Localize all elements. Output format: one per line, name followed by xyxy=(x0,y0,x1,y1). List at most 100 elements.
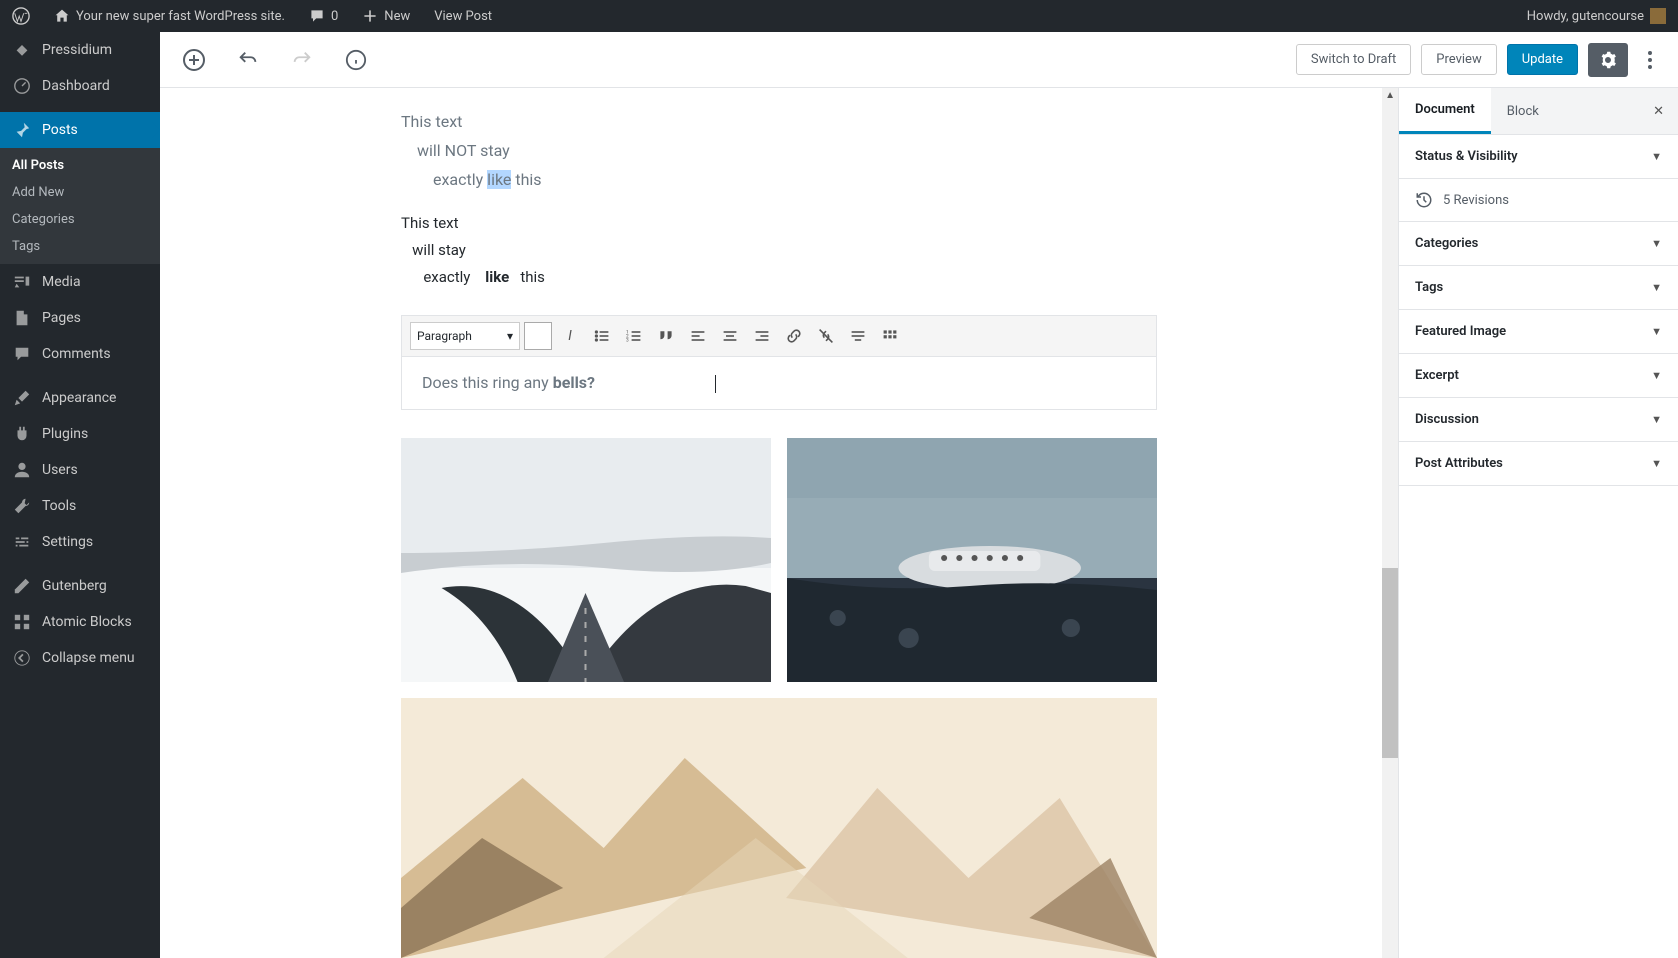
panel-categories[interactable]: Categories ▼ xyxy=(1399,222,1678,266)
verse-block[interactable]: This text will NOT stay exactly like thi… xyxy=(401,88,1157,194)
wp-admin-bar: Your new super fast WordPress site. 0 Ne… xyxy=(0,0,1678,32)
view-post-link[interactable]: View Post xyxy=(430,9,496,24)
scroll-up-icon[interactable]: ▲ xyxy=(1385,90,1395,101)
sidebar-item-pages[interactable]: Pages xyxy=(0,300,160,336)
close-sidebar-button[interactable]: ✕ xyxy=(1639,104,1678,119)
settings-button[interactable] xyxy=(1588,43,1628,77)
new-label: New xyxy=(384,9,410,24)
submenu-tags[interactable]: Tags xyxy=(0,233,160,260)
admin-sidebar: ◆ Pressidium Dashboard Posts All Posts A… xyxy=(0,32,160,958)
panel-tags[interactable]: Tags ▼ xyxy=(1399,266,1678,310)
sidebar-item-collapse[interactable]: Collapse menu xyxy=(0,640,160,676)
more-formatting-button[interactable] xyxy=(844,322,872,350)
history-icon xyxy=(1415,191,1433,209)
info-button[interactable] xyxy=(338,42,374,78)
scrollbar-track xyxy=(1382,88,1398,958)
gallery-block[interactable] xyxy=(401,438,1157,958)
new-link[interactable]: New xyxy=(358,8,414,24)
brush-icon xyxy=(12,388,32,408)
redo-button[interactable] xyxy=(284,42,320,78)
submenu-categories[interactable]: Categories xyxy=(0,206,160,233)
sidebar-item-appearance[interactable]: Appearance xyxy=(0,380,160,416)
panel-post-attributes[interactable]: Post Attributes ▼ xyxy=(1399,442,1678,486)
classic-content[interactable]: Does this ring any bells? xyxy=(402,357,1156,409)
sidebar-item-atomic-blocks[interactable]: Atomic Blocks xyxy=(0,604,160,640)
verse-line-3: exactly like this xyxy=(401,166,1157,195)
site-title: Your new super fast WordPress site. xyxy=(76,9,285,24)
gallery-image-2[interactable] xyxy=(787,438,1157,682)
sidebar-item-pressidium[interactable]: ◆ Pressidium xyxy=(0,32,160,68)
wp-logo[interactable] xyxy=(8,7,34,25)
submenu-all-posts[interactable]: All Posts xyxy=(0,152,160,179)
preformatted-block[interactable]: This text will stay exactly like this xyxy=(401,194,1157,307)
unlink-button[interactable] xyxy=(812,322,840,350)
italic-button[interactable]: I xyxy=(556,322,584,350)
editor-toolbar: Switch to Draft Preview Update xyxy=(160,32,1678,88)
sidebar-item-tools[interactable]: Tools xyxy=(0,488,160,524)
text-cursor xyxy=(715,375,716,393)
chevron-down-icon: ▼ xyxy=(1651,237,1662,250)
quote-button[interactable] xyxy=(652,322,680,350)
switch-to-draft-button[interactable]: Switch to Draft xyxy=(1296,44,1411,75)
more-options-button[interactable] xyxy=(1638,42,1662,78)
bold-button[interactable] xyxy=(524,322,552,350)
pressidium-icon: ◆ xyxy=(12,40,32,60)
tab-document[interactable]: Document xyxy=(1399,88,1491,134)
numbered-list-button[interactable]: 123 xyxy=(620,322,648,350)
panel-discussion[interactable]: Discussion ▼ xyxy=(1399,398,1678,442)
sidebar-item-plugins[interactable]: Plugins xyxy=(0,416,160,452)
align-center-button[interactable] xyxy=(716,322,744,350)
gallery-image-3[interactable] xyxy=(401,698,1157,958)
bullet-list-button[interactable] xyxy=(588,322,616,350)
add-block-button[interactable] xyxy=(176,42,212,78)
link-button[interactable] xyxy=(780,322,808,350)
dashboard-icon xyxy=(12,76,32,96)
classic-toolbar: Paragraph ▾ I 123 xyxy=(402,316,1156,357)
site-home-link[interactable]: Your new super fast WordPress site. xyxy=(50,8,289,24)
preview-button[interactable]: Preview xyxy=(1421,44,1496,75)
grid-icon xyxy=(12,612,32,632)
update-button[interactable]: Update xyxy=(1507,44,1578,75)
sidebar-item-settings[interactable]: Settings xyxy=(0,524,160,560)
sidebar-item-gutenberg[interactable]: Gutenberg xyxy=(0,568,160,604)
chevron-down-icon: ▾ xyxy=(507,329,513,343)
svg-text:3: 3 xyxy=(626,338,629,344)
chevron-down-icon: ▼ xyxy=(1651,369,1662,382)
comments-link[interactable]: 0 xyxy=(305,8,342,24)
scrollbar-thumb[interactable] xyxy=(1382,568,1398,758)
avatar xyxy=(1650,8,1666,24)
undo-button[interactable] xyxy=(230,42,266,78)
align-left-button[interactable] xyxy=(684,322,712,350)
sidebar-item-dashboard[interactable]: Dashboard xyxy=(0,68,160,104)
submenu-add-new[interactable]: Add New xyxy=(0,179,160,206)
plug-icon xyxy=(12,424,32,444)
editor-canvas[interactable]: ▲ This text will NOT stay exactly like t… xyxy=(160,88,1398,958)
align-right-button[interactable] xyxy=(748,322,776,350)
sidebar-item-comments[interactable]: Comments xyxy=(0,336,160,372)
panel-revisions[interactable]: 5 Revisions xyxy=(1399,179,1678,222)
tab-block[interactable]: Block xyxy=(1491,90,1555,133)
collapse-icon xyxy=(12,648,32,668)
comments-count: 0 xyxy=(331,9,338,24)
verse-line-2: will NOT stay xyxy=(401,137,1157,166)
toolbar-toggle-button[interactable] xyxy=(876,322,904,350)
editor-main: Switch to Draft Preview Update ▲ This te… xyxy=(160,32,1678,958)
sliders-icon xyxy=(12,532,32,552)
sidebar-tabs: Document Block ✕ xyxy=(1399,88,1678,135)
pages-icon xyxy=(12,308,32,328)
chevron-down-icon: ▼ xyxy=(1651,325,1662,338)
pin-icon xyxy=(12,120,32,140)
sidebar-item-posts[interactable]: Posts xyxy=(0,112,160,148)
howdy-account[interactable]: Howdy, gutencourse xyxy=(1523,8,1670,24)
format-select[interactable]: Paragraph ▾ xyxy=(410,322,520,350)
panel-featured-image[interactable]: Featured Image ▼ xyxy=(1399,310,1678,354)
chevron-down-icon: ▼ xyxy=(1651,281,1662,294)
panel-status-visibility[interactable]: Status & Visibility ▼ xyxy=(1399,135,1678,179)
classic-editor-block[interactable]: Paragraph ▾ I 123 xyxy=(401,315,1157,410)
panel-excerpt[interactable]: Excerpt ▼ xyxy=(1399,354,1678,398)
gallery-image-1[interactable] xyxy=(401,438,771,682)
pencil-icon xyxy=(12,576,32,596)
sidebar-item-media[interactable]: Media xyxy=(0,264,160,300)
sidebar-item-users[interactable]: Users xyxy=(0,452,160,488)
verse-line-1: This text xyxy=(401,108,1157,137)
